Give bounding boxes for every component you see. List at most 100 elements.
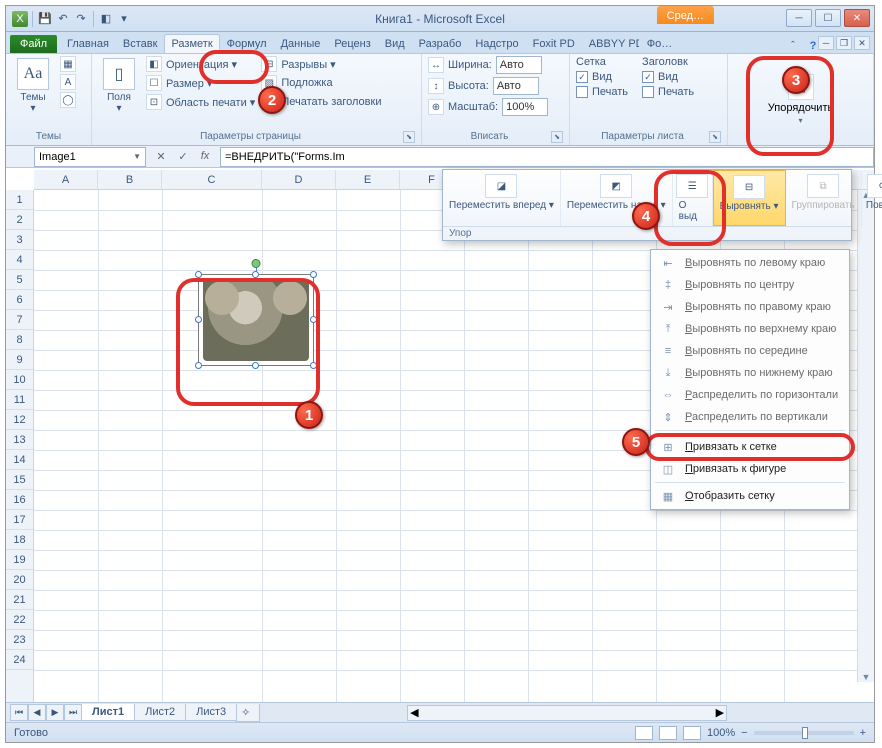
row-header[interactable]: 15 [6,470,33,490]
fit-launcher[interactable]: ⬊ [551,131,563,143]
qat-extra-icon[interactable]: ◧ [98,11,114,27]
size-button[interactable]: ☐Размер ▾ [146,75,255,91]
row-header[interactable]: 12 [6,410,33,430]
redo-icon[interactable]: ↷ [73,11,89,27]
minimize-ribbon-icon[interactable]: ˆ [786,39,800,53]
theme-effects-button[interactable]: ◯ [60,92,76,108]
headings-view-check[interactable]: ✓Вид [642,71,694,83]
sheet-nav-last[interactable]: ⏭ [64,704,82,721]
mdi-close-button[interactable]: ✕ [854,36,870,50]
normal-view-button[interactable] [635,726,653,740]
align-menu-item[interactable]: ▦Отобразить сетку [651,485,849,507]
row-header[interactable]: 19 [6,550,33,570]
zoom-slider[interactable] [754,731,854,735]
row-header[interactable]: 22 [6,610,33,630]
row-header[interactable]: 9 [6,350,33,370]
tab-foxit[interactable]: Foxit PD [526,34,582,53]
sheet-nav-prev[interactable]: ◀ [28,704,46,721]
row-header[interactable]: 13 [6,430,33,450]
tab-insert[interactable]: Вставк [116,34,165,53]
contextual-tab[interactable]: Сред… [657,6,714,24]
width-input[interactable] [496,56,542,74]
align-menu-item[interactable]: ⊞Привязать к сетке [651,436,849,458]
align-button[interactable]: ⊟Выровнять ▾ [713,170,786,226]
rotate-button[interactable]: ⟳Поверн [862,170,882,226]
tab-abbyy[interactable]: ABBYY PD [582,34,640,53]
tab-review[interactable]: Реценз [327,34,377,53]
fx-icon[interactable]: fx [196,150,214,163]
resize-handle-se[interactable] [310,362,317,369]
resize-handle-n[interactable] [252,271,259,278]
resize-handle-sw[interactable] [195,362,202,369]
row-header[interactable]: 2 [6,210,33,230]
print-area-button[interactable]: ⊡Область печати ▾ [146,94,255,110]
headings-print-check[interactable]: Печать [642,86,694,98]
row-header[interactable]: 8 [6,330,33,350]
mdi-restore-button[interactable]: ❐ [836,36,852,50]
row-header[interactable]: 20 [6,570,33,590]
resize-handle-w[interactable] [195,316,202,323]
row-header[interactable]: 21 [6,590,33,610]
tab-page-layout[interactable]: Разметк [164,34,219,53]
margins-button[interactable]: ▯ Поля▾ [98,56,140,116]
tab-home[interactable]: Главная [60,34,116,53]
bring-forward-button[interactable]: ◪Переместить вперед ▾ [443,170,561,226]
row-header[interactable]: 10 [6,370,33,390]
align-menu-item[interactable]: ◫Привязать к фигуре [651,458,849,480]
cancel-fx-icon[interactable]: ✕ [152,150,170,163]
resize-handle-nw[interactable] [195,271,202,278]
theme-colors-button[interactable]: ▦ [60,56,76,72]
horizontal-scrollbar[interactable]: ◀▶ [407,705,727,721]
resize-handle-e[interactable] [310,316,317,323]
minimize-button[interactable]: ─ [786,9,812,27]
row-header[interactable]: 1 [6,190,33,210]
save-icon[interactable]: 💾 [37,11,53,27]
vertical-scrollbar[interactable]: ▲▼ [857,190,874,682]
orientation-button[interactable]: ◧Ориентация ▾ [146,56,255,72]
tab-view[interactable]: Вид [378,34,412,53]
row-header[interactable]: 16 [6,490,33,510]
sheet-tab-2[interactable]: Лист2 [134,704,186,721]
row-header[interactable]: 5 [6,270,33,290]
height-input[interactable] [493,77,539,95]
row-header[interactable]: 3 [6,230,33,250]
name-box[interactable]: Image1▼ [34,147,146,167]
tab-format[interactable]: Фо… [640,34,679,53]
formula-input[interactable]: =ВНЕДРИТЬ("Forms.Im [220,147,874,167]
embedded-image-object[interactable] [198,274,314,366]
page-break-view-button[interactable] [683,726,701,740]
row-header[interactable]: 14 [6,450,33,470]
tab-data[interactable]: Данные [274,34,328,53]
tab-addins[interactable]: Надстро [468,34,525,53]
row-header[interactable]: 23 [6,630,33,650]
enter-fx-icon[interactable]: ✓ [174,150,192,163]
group-button[interactable]: ⧉Группировать [786,170,862,226]
file-tab[interactable]: Файл [10,35,57,53]
breaks-button[interactable]: ⊟Разрывы ▾ [261,56,381,72]
sheet-tab-1[interactable]: Лист1 [81,704,135,721]
close-button[interactable]: ✕ [844,9,870,27]
row-header[interactable]: 6 [6,290,33,310]
grid-view-check[interactable]: ✓Вид [576,71,628,83]
row-header[interactable]: 24 [6,650,33,670]
row-header[interactable]: 18 [6,530,33,550]
sheet-tab-3[interactable]: Лист3 [185,704,237,721]
page-layout-view-button[interactable] [659,726,677,740]
row-header[interactable]: 17 [6,510,33,530]
rotate-handle[interactable] [252,259,261,268]
scale-input[interactable] [502,98,548,116]
theme-fonts-button[interactable]: A [60,74,76,90]
sheet-nav-next[interactable]: ▶ [46,704,64,721]
row-headers[interactable]: 123456789101112131415161718192021222324 [6,190,34,702]
qat-dd-icon[interactable]: ▾ [116,11,132,27]
row-header[interactable]: 7 [6,310,33,330]
row-header[interactable]: 4 [6,250,33,270]
grid-print-check[interactable]: Печать [576,86,628,98]
zoom-in-button[interactable]: + [860,727,866,739]
mdi-minimize-button[interactable]: ─ [818,36,834,50]
tab-developer[interactable]: Разрабо [412,34,469,53]
sheet-nav-first[interactable]: ⏮ [10,704,28,721]
zoom-out-button[interactable]: − [741,727,747,739]
row-header[interactable]: 11 [6,390,33,410]
resize-handle-ne[interactable] [310,271,317,278]
